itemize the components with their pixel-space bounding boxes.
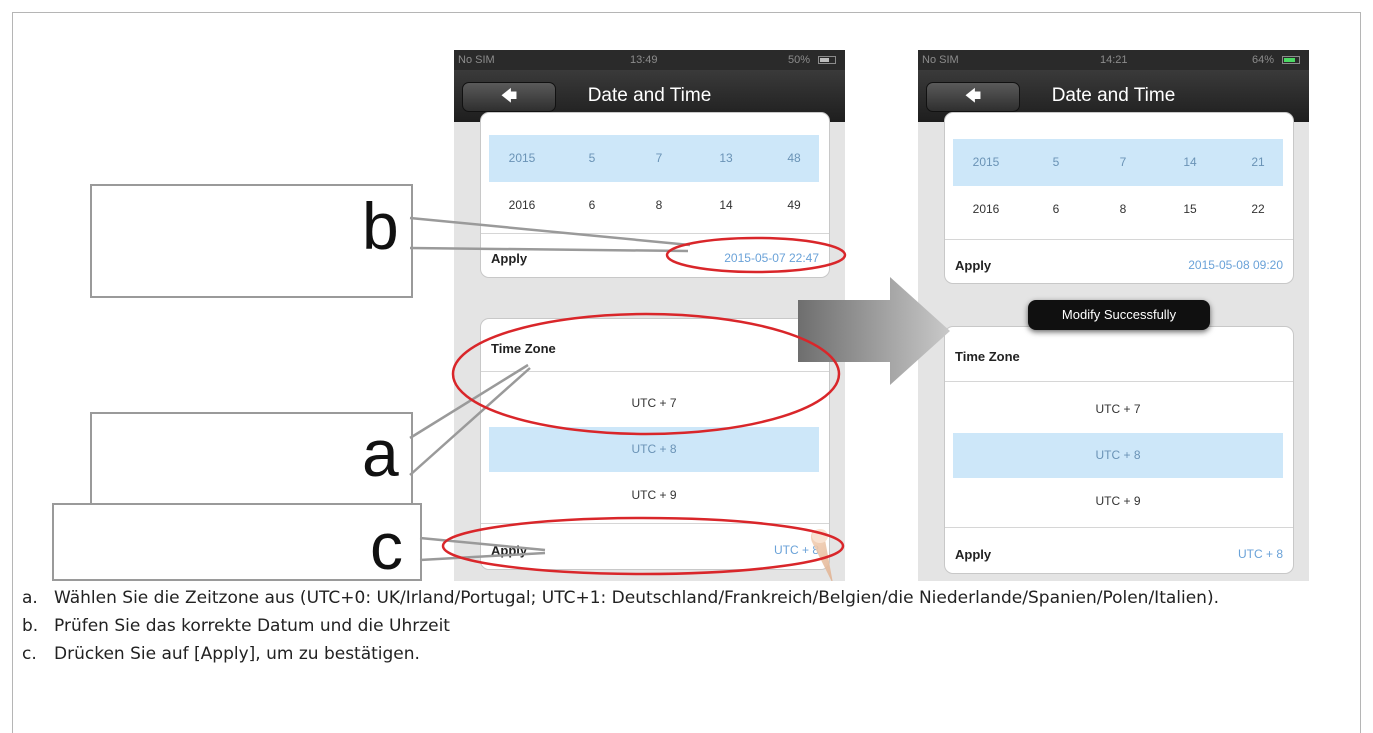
timezone-card: Time Zone UTC + 7 UTC + 8 UTC + 9 Apply …	[480, 318, 830, 570]
transition-arrow-icon	[798, 277, 950, 385]
month-cell: 5	[1052, 155, 1060, 169]
timezone-option[interactable]: UTC + 7	[489, 381, 819, 426]
hour-cell: 15	[1183, 202, 1197, 216]
nav-title: Date and Time	[1051, 85, 1176, 106]
year-cell: 2016	[972, 202, 1000, 216]
month-cell: 5	[588, 151, 596, 165]
phone-screen-after: No SIM 14:21 64% 🡄 Date and Time 2015 5 …	[918, 50, 1309, 581]
timezone-option[interactable]: UTC + 7	[953, 387, 1283, 432]
minute-cell: 22	[1251, 202, 1265, 216]
divider	[481, 523, 829, 524]
timezone-apply-button[interactable]: Apply	[491, 543, 527, 558]
day-cell: 7	[655, 151, 663, 165]
year-cell: 2016	[508, 198, 536, 212]
divider	[481, 233, 829, 234]
timezone-value: UTC + 8	[1237, 547, 1283, 561]
instruction-list: a. Wählen Sie die Zeitzone aus (UTC+0: U…	[22, 588, 1352, 672]
timezone-option[interactable]: UTC + 9	[489, 473, 819, 518]
divider	[945, 381, 1293, 382]
battery-text: 64%	[1252, 54, 1275, 66]
divider	[481, 371, 829, 372]
date-row[interactable]: 2016 6 8 14 49	[489, 182, 819, 229]
current-datetime: 2015-05-08 09:20	[1188, 258, 1283, 272]
instruction-letter: b.	[22, 616, 39, 636]
timezone-title: Time Zone	[491, 341, 556, 356]
hour-cell: 14	[1183, 155, 1197, 169]
minute-cell: 49	[787, 198, 801, 212]
current-datetime: 2015-05-07 22:47	[724, 251, 819, 265]
day-cell: 8	[655, 198, 663, 212]
divider	[945, 239, 1293, 240]
battery-text: 50%	[788, 54, 811, 66]
month-cell: 6	[1052, 202, 1060, 216]
status-bar: No SIM 14:21 64%	[918, 50, 1309, 70]
date-row[interactable]: 2016 6 8 15 22	[953, 186, 1283, 233]
date-row-selected[interactable]: 2015 5 7 14 21	[953, 139, 1283, 186]
battery-icon	[818, 56, 836, 64]
nav-title: Date and Time	[587, 85, 712, 106]
minute-cell: 21	[1251, 155, 1265, 169]
clock-text: 13:49	[630, 54, 658, 66]
year-cell: 2015	[508, 151, 536, 165]
year-cell: 2015	[972, 155, 1000, 169]
instruction-item-a: a. Wählen Sie die Zeitzone aus (UTC+0: U…	[22, 588, 1352, 609]
day-cell: 8	[1119, 202, 1127, 216]
instruction-text: Prüfen Sie das korrekte Datum und die Uh…	[54, 616, 450, 636]
date-apply-button[interactable]: Apply	[491, 251, 527, 266]
day-cell: 7	[1119, 155, 1127, 169]
instruction-letter: a.	[22, 588, 38, 608]
date-row-selected[interactable]: 2015 5 7 13 48	[489, 135, 819, 182]
timezone-option[interactable]: UTC + 9	[953, 479, 1283, 524]
carrier-text: No SIM	[922, 54, 959, 66]
instruction-text: Drücken Sie auf [Apply], um zu bestätige…	[54, 644, 420, 664]
callout-box-c	[52, 503, 422, 581]
timezone-apply-button[interactable]: Apply	[955, 547, 991, 562]
clock-text: 14:21	[1100, 54, 1128, 66]
instruction-item-c: c. Drücken Sie auf [Apply], um zu bestät…	[22, 644, 1352, 665]
carrier-text: No SIM	[458, 54, 495, 66]
date-picker-card: 2015 5 7 13 48 2016 6 8 14 49 Apply 2015…	[480, 112, 830, 278]
status-bar: No SIM 13:49 50%	[454, 50, 845, 70]
timezone-title: Time Zone	[955, 349, 1020, 364]
battery-icon	[1282, 56, 1300, 64]
divider	[945, 527, 1293, 528]
month-cell: 6	[588, 198, 596, 212]
hour-cell: 13	[719, 151, 733, 165]
phone-screen-before: No SIM 13:49 50% 🡄 Date and Time 2015 5 …	[454, 50, 845, 581]
timezone-option-selected[interactable]: UTC + 8	[489, 427, 819, 472]
instruction-letter: c.	[22, 644, 37, 664]
timezone-card: Time Zone UTC + 7 UTC + 8 UTC + 9 Apply …	[944, 326, 1294, 574]
callout-letter-b: b	[362, 189, 399, 263]
instruction-item-b: b. Prüfen Sie das korrekte Datum und die…	[22, 616, 1352, 637]
minute-cell: 48	[787, 151, 801, 165]
callout-letter-c: c	[370, 509, 403, 583]
instruction-text: Wählen Sie die Zeitzone aus (UTC+0: UK/I…	[54, 588, 1219, 608]
hour-cell: 14	[719, 198, 733, 212]
callout-letter-a: a	[362, 416, 399, 490]
date-apply-button[interactable]: Apply	[955, 258, 991, 273]
success-toast: Modify Successfully	[1028, 300, 1210, 330]
date-picker-card: 2015 5 7 14 21 2016 6 8 15 22 Apply 2015…	[944, 112, 1294, 284]
timezone-option-selected[interactable]: UTC + 8	[953, 433, 1283, 478]
finger-tap-icon	[811, 529, 833, 581]
